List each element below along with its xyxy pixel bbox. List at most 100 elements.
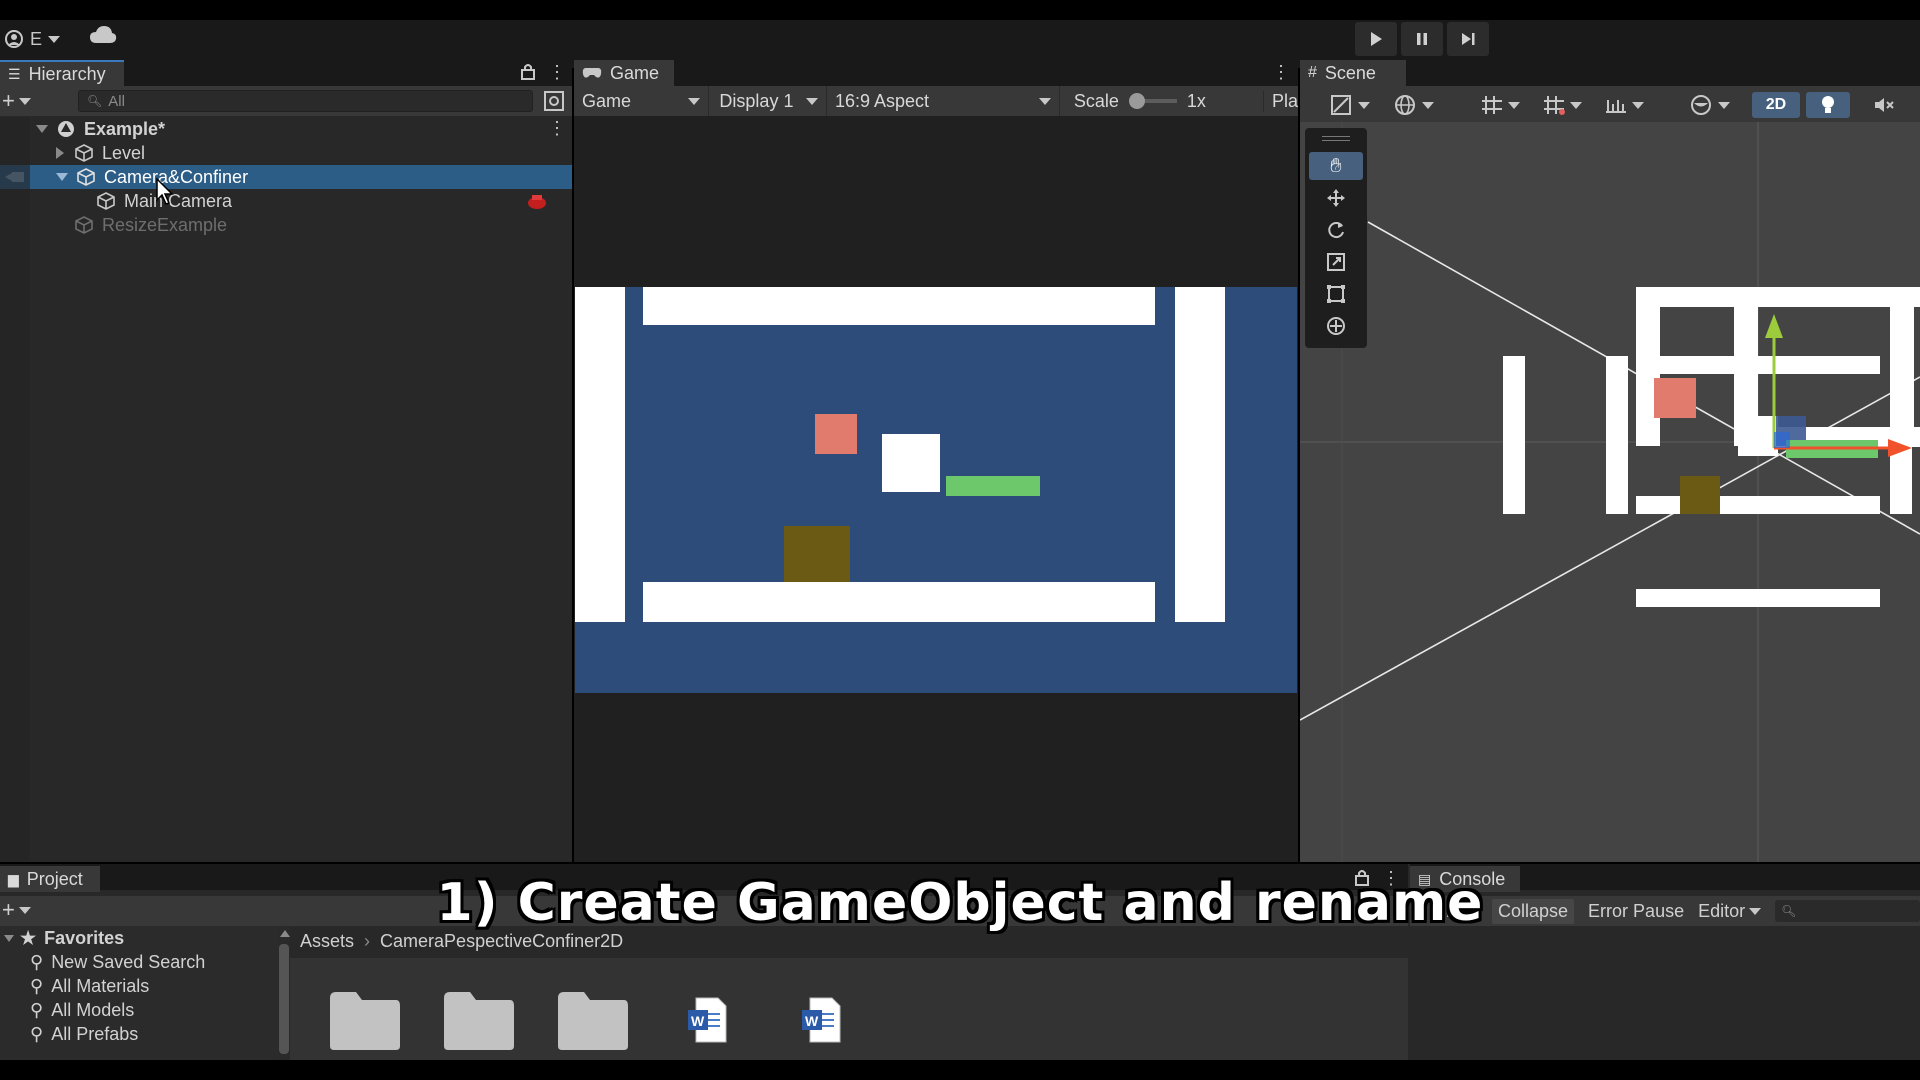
- tab-hierarchy[interactable]: ☰ Hierarchy: [0, 60, 124, 86]
- folder-asset[interactable]: [328, 990, 402, 1057]
- step-icon: [1462, 33, 1475, 45]
- scene-lower-platform: [1636, 496, 1880, 514]
- chevron-right-icon: ›: [364, 930, 371, 951]
- grid-visibility-button[interactable]: [1542, 92, 1582, 118]
- grid-icon: [1544, 96, 1565, 115]
- rect-transform-icon: [1327, 285, 1345, 303]
- scene-olive-block: [1680, 476, 1720, 514]
- folder-asset[interactable]: [442, 990, 516, 1057]
- scale-slider-handle[interactable]: [1128, 93, 1145, 109]
- tab-scene[interactable]: # Scene: [1300, 60, 1406, 86]
- move-gizmo[interactable]: [1754, 308, 1914, 468]
- favorites-item[interactable]: ⚲ All Prefabs: [0, 1022, 280, 1046]
- rect-tool-button[interactable]: [1309, 280, 1363, 308]
- lighting-toggle-button[interactable]: [1806, 92, 1850, 118]
- more-options-icon[interactable]: ⋮: [1272, 62, 1290, 83]
- chevron-down-icon: [688, 97, 701, 105]
- tab-game[interactable]: Game: [574, 60, 674, 86]
- playmode-controls: [1355, 22, 1489, 56]
- collapse-arrow-icon[interactable]: [56, 147, 64, 159]
- more-options-icon[interactable]: ⋮: [548, 118, 566, 139]
- favorites-item[interactable]: ⚲ All Models: [0, 998, 280, 1022]
- document-asset[interactable]: W: [800, 996, 842, 1049]
- draw-mode-button[interactable]: [1330, 92, 1370, 118]
- expand-arrow-icon[interactable]: [36, 125, 48, 133]
- plus-icon: +: [2, 88, 15, 113]
- drag-handle-icon[interactable]: [1322, 136, 1350, 141]
- pause-button[interactable]: [1401, 22, 1443, 56]
- hand-tool-button[interactable]: ✋︎: [1309, 152, 1363, 180]
- svg-text:W: W: [691, 1013, 705, 1029]
- search-icon: 🔍︎: [87, 94, 103, 108]
- scene-visibility-icon[interactable]: [543, 90, 565, 117]
- word-document-icon: W: [688, 997, 727, 1043]
- xy-plane-handle[interactable]: [1774, 432, 1790, 448]
- play-focus-dropdown[interactable]: Pla: [1263, 90, 1298, 112]
- transform-tool-button[interactable]: [1309, 312, 1363, 340]
- audio-toggle-button[interactable]: [1862, 92, 1906, 118]
- scene-pink-block: [1654, 378, 1696, 418]
- scale-tool-button[interactable]: [1309, 248, 1363, 276]
- hierarchy-item-camera-confiner[interactable]: Camera&Confiner: [0, 165, 572, 189]
- grid-snap-button[interactable]: [1480, 92, 1520, 118]
- play-icon: [1371, 32, 1382, 46]
- scrollbar-thumb[interactable]: [279, 944, 289, 1054]
- hierarchy-item-resize-example[interactable]: ResizeExample: [0, 213, 572, 237]
- view-options-button[interactable]: [1394, 92, 1434, 118]
- document-asset[interactable]: W: [686, 996, 728, 1049]
- hierarchy-item-label: Example*: [84, 118, 166, 139]
- more-options-icon[interactable]: ⋮: [548, 62, 566, 83]
- increment-snap-button[interactable]: [1604, 92, 1644, 118]
- lock-icon[interactable]: [520, 62, 536, 85]
- create-button[interactable]: +: [2, 88, 31, 114]
- expand-arrow-icon[interactable]: [4, 934, 14, 942]
- gameobject-cube-icon: [77, 168, 95, 186]
- gizmos-button[interactable]: [1690, 92, 1730, 118]
- svg-text:W: W: [805, 1013, 819, 1029]
- breadcrumb-item[interactable]: Assets: [300, 931, 354, 952]
- hierarchy-item-example[interactable]: Example*: [0, 117, 572, 141]
- toggle-2d-button[interactable]: 2D: [1752, 92, 1800, 118]
- left-wall: [575, 287, 625, 622]
- video-subtitle: 1) Create GameObject and rename: [436, 873, 1484, 933]
- favorites-scrollbar[interactable]: [278, 926, 290, 1060]
- play-button[interactable]: [1355, 22, 1397, 56]
- scale-slider[interactable]: [1128, 93, 1177, 109]
- scene-bottom-platform: [1636, 589, 1880, 607]
- pink-block: [815, 414, 857, 454]
- move-arrows-icon: [1327, 189, 1345, 207]
- move-tool-button[interactable]: [1309, 184, 1363, 212]
- chevron-down-icon: [805, 97, 818, 105]
- green-block: [946, 476, 1040, 496]
- hierarchy-item-main-camera[interactable]: Main Camera: [0, 189, 572, 213]
- search-icon: ⚲: [30, 1023, 44, 1044]
- chevron-down-icon: [1570, 101, 1582, 109]
- game-view-select[interactable]: Game: [574, 86, 710, 116]
- display-select[interactable]: Display 1: [709, 86, 827, 116]
- scale-control: Scale 1x: [1060, 91, 1251, 112]
- chevron-down-icon: [1632, 101, 1644, 109]
- chevron-down-icon: [1358, 101, 1370, 109]
- search-icon: ⚲: [30, 999, 44, 1020]
- game-canvas[interactable]: [575, 287, 1297, 693]
- x-axis-arrow-icon[interactable]: [1888, 439, 1912, 457]
- expand-arrow-icon[interactable]: [56, 173, 68, 181]
- game-view-value: Game: [582, 90, 632, 111]
- y-axis-arrow-icon[interactable]: [1765, 314, 1783, 338]
- cloud-button[interactable]: [88, 24, 120, 54]
- step-button[interactable]: [1447, 22, 1489, 56]
- unity-scene-icon: [58, 121, 74, 137]
- search-icon: ⚲: [30, 951, 44, 972]
- speaker-mute-icon: [1875, 98, 1894, 112]
- folder-asset[interactable]: [556, 990, 630, 1057]
- gamepad-icon: [582, 68, 602, 78]
- favorites-item[interactable]: ⚲ All Materials: [0, 974, 280, 998]
- breadcrumb-item[interactable]: CameraPespectiveConfiner2D: [380, 931, 623, 952]
- favorites-item[interactable]: ⚲ New Saved Search: [0, 950, 280, 974]
- hierarchy-item-level[interactable]: Level: [0, 141, 572, 165]
- aspect-select[interactable]: 16:9 Aspect: [827, 86, 1060, 116]
- search-input[interactable]: 🔍︎ All: [78, 90, 533, 112]
- account-dropdown[interactable]: E: [4, 24, 70, 54]
- rotate-tool-button[interactable]: [1309, 216, 1363, 244]
- right-wall: [1175, 287, 1225, 622]
